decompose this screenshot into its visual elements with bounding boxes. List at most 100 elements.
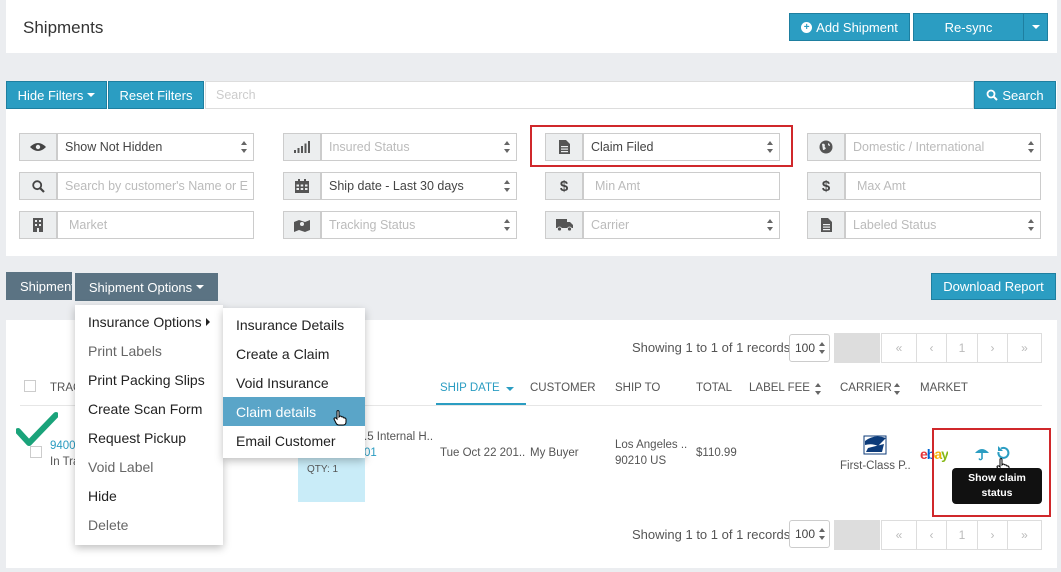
sort-arrows-icon [1028,141,1034,153]
visibility-value: Show Not Hidden [65,140,163,154]
records-summary: Showing 1 to 1 of 1 records [632,340,791,355]
customer-search-input[interactable]: Search by customer's Name or E [57,172,254,200]
menu-item-hide[interactable]: Hide [75,481,223,510]
search-placeholder: Search [216,88,256,102]
plus-circle-icon: + [801,21,813,33]
total-cell: $110.99 [696,447,737,459]
page-number-button-bottom[interactable]: 1 [946,520,978,550]
shipment-options-button[interactable]: Shipment Options [75,273,218,301]
menu-item-print-labels[interactable]: Print Labels [75,336,223,365]
labeled-status-value: Labeled Status [853,218,937,232]
add-shipment-label: Add Shipment [816,19,898,35]
labeled-status-select[interactable]: Labeled Status [845,211,1041,239]
shipments-tab[interactable]: Shipment [6,272,72,300]
menu-item-create-scan-form[interactable]: Create Scan Form [75,394,223,423]
menu-item-void-label[interactable]: Void Label [75,452,223,481]
sort-arrows-icon [504,180,510,192]
shipments-tab-label: Shipment [20,278,72,294]
add-shipment-button[interactable]: + Add Shipment [789,13,910,41]
page-size-select[interactable]: 100 [789,334,830,362]
menu-item-insurance-options[interactable]: Insurance Options [75,307,223,336]
visibility-select[interactable]: Show Not Hidden [57,133,254,161]
insured-status-select[interactable]: Insured Status [321,133,517,161]
next-page-button-bottom[interactable]: › [977,520,1008,550]
download-report-button[interactable]: Download Report [931,273,1056,300]
menu-item-label: Print Labels [88,342,162,359]
column-header-ship-to[interactable]: SHIP TO [615,382,660,394]
menu-item-print-packing-slips[interactable]: Print Packing Slips [75,365,223,394]
column-header-label-fee[interactable]: LABEL FEE [749,382,810,394]
search-icon [986,89,999,101]
item-id-link[interactable]: 01 [364,447,377,459]
next-page-button[interactable]: › [977,333,1008,363]
submenu-item-create-claim[interactable]: Create a Claim [223,339,365,368]
menu-item-label: Print Packing Slips [88,371,205,388]
menu-item-label: Create a Claim [236,345,330,362]
resync-dropdown-toggle[interactable] [1023,13,1048,41]
item-title: .5 Internal H.. [364,431,434,443]
column-header-customer[interactable]: CUSTOMER [530,382,596,394]
first-page-button-bottom[interactable]: « [881,520,917,550]
reset-filters-button[interactable]: Reset Filters [108,81,204,109]
tooltip-text: Show claim status [968,472,1026,499]
hand-cursor-icon [333,410,347,426]
market-select[interactable]: Market [57,211,254,239]
menu-item-delete[interactable]: Delete [75,510,223,539]
sort-arrows-icon [819,528,825,540]
search-button-label: Search [1002,87,1044,103]
tracking-number-link[interactable]: 9400 [50,440,76,452]
sort-arrows-icon [504,219,510,231]
domestic-international-select[interactable]: Domestic / International [845,133,1041,161]
ship-date-cell: Tue Oct 22 201.. [440,447,526,459]
download-report-label: Download Report [943,279,1044,294]
signal-bars-icon [283,133,321,161]
first-page-button[interactable]: « [881,333,917,363]
submenu-item-email-customer[interactable]: Email Customer [223,426,365,455]
row-checkbox[interactable] [30,446,42,458]
page-number-button[interactable]: 1 [946,333,978,363]
insurance-submenu: Insurance Details Create a Claim Void In… [223,308,365,458]
chevron-right-icon [205,317,210,326]
records-summary-bottom: Showing 1 to 1 of 1 records [632,527,791,542]
ship-to-zip: 90210 US [615,455,667,467]
prev-page-button-bottom[interactable]: ‹ [916,520,947,550]
column-header-total[interactable]: TOTAL [696,382,732,394]
menu-item-label: Claim details [236,403,317,420]
column-header-ship-date[interactable]: SHIP DATE [440,382,500,394]
page-size-select-bottom[interactable]: 100 [789,520,830,548]
carrier-select[interactable]: Carrier [583,211,780,239]
menu-item-label: Void Label [88,458,154,475]
chevron-down-icon [87,93,96,97]
pagination-blank [834,333,880,363]
domestic-international-value: Domestic / International [853,140,985,154]
select-all-checkbox[interactable] [24,380,36,392]
column-header-carrier[interactable]: CARRIER [840,382,892,394]
last-page-button[interactable]: » [1007,333,1042,363]
max-amt-input[interactable]: Max Amt [845,172,1041,200]
sort-arrows-icon [767,141,773,153]
dollar-icon: $ [545,172,583,200]
tracking-status-select[interactable]: Tracking Status [321,211,517,239]
chevron-down-icon [196,285,205,289]
claim-status-select[interactable]: Claim Filed [583,133,780,161]
umbrella-icon[interactable] [974,445,990,461]
last-page-button-bottom[interactable]: » [1007,520,1042,550]
resync-button[interactable]: Re-sync [913,13,1024,41]
menu-item-request-pickup[interactable]: Request Pickup [75,423,223,452]
search-input[interactable]: Search [205,81,974,109]
submenu-item-void-insurance[interactable]: Void Insurance [223,368,365,397]
search-button[interactable]: Search [974,81,1056,109]
column-header-market[interactable]: MARKET [920,382,968,394]
prev-page-button[interactable]: ‹ [916,333,947,363]
reset-filters-label: Reset Filters [119,87,193,103]
chevron-down-icon [1031,25,1040,29]
sort-arrows-icon [767,219,773,231]
shipment-options-label: Shipment Options [88,279,193,295]
ship-date-select[interactable]: Ship date - Last 30 days [321,172,517,200]
min-amt-input[interactable]: Min Amt [583,172,780,200]
hide-filters-button[interactable]: Hide Filters [6,81,107,109]
menu-item-label: Delete [88,516,129,533]
menu-item-label: Request Pickup [88,429,187,446]
submenu-item-insurance-details[interactable]: Insurance Details [223,310,365,339]
insured-status-value: Insured Status [329,140,410,154]
